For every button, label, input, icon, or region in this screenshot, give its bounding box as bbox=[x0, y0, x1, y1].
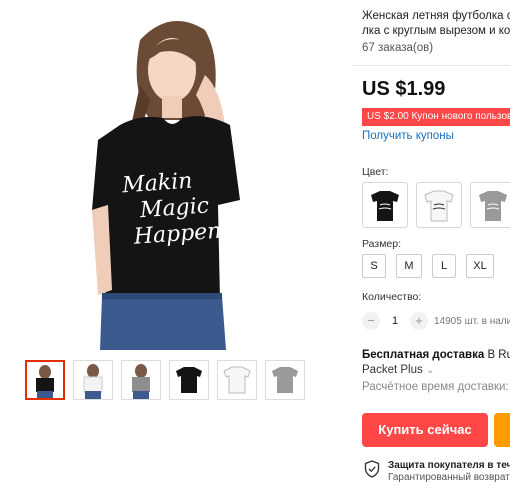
product-title: Женская летняя футболка с п лка с круглы… bbox=[362, 9, 510, 39]
quantity-increase-button[interactable]: + bbox=[410, 312, 428, 330]
size-option-m[interactable]: M bbox=[396, 254, 422, 278]
size-option-xl[interactable]: XL bbox=[466, 254, 494, 278]
thumbnail[interactable] bbox=[73, 360, 113, 400]
thumbnail[interactable] bbox=[169, 360, 209, 400]
buyer-protection-subtitle: Гарантированный возврат bbox=[388, 472, 510, 483]
shipping-method[interactable]: Packet Plus ⌄ bbox=[362, 364, 434, 376]
order-count: 67 заказа(ов) bbox=[362, 42, 434, 54]
free-shipping-label: Бесплатная доставка bbox=[362, 349, 485, 361]
price: US $1.99 bbox=[362, 78, 446, 100]
thumbnail[interactable] bbox=[265, 360, 305, 400]
product-title-line: лка с круглым вырезом и кор bbox=[362, 25, 510, 37]
size-label: Размер: bbox=[362, 238, 402, 250]
color-option-black[interactable] bbox=[362, 182, 408, 228]
color-option-gray[interactable] bbox=[470, 182, 510, 228]
thumbnail-strip bbox=[25, 360, 305, 400]
size-options: S M L XL bbox=[362, 254, 494, 278]
divider bbox=[352, 65, 510, 66]
size-option-s[interactable]: S bbox=[362, 254, 386, 278]
new-user-coupon-banner[interactable]: US $2.00 Купон нового пользова bbox=[362, 108, 510, 126]
buyer-protection: Защита покупателя в теч Гарантированный … bbox=[364, 460, 510, 484]
shipping-method-label: Packet Plus bbox=[362, 364, 423, 376]
color-option-white[interactable] bbox=[416, 182, 462, 228]
thumbnail[interactable] bbox=[25, 360, 65, 400]
thumbnail[interactable] bbox=[121, 360, 161, 400]
quantity-value[interactable]: 1 bbox=[380, 315, 410, 327]
color-options bbox=[362, 182, 510, 228]
quantity-label: Количество: bbox=[362, 291, 422, 303]
size-option-l[interactable]: L bbox=[432, 254, 456, 278]
thumbnail[interactable] bbox=[217, 360, 257, 400]
stock-count: 14905 шт. в налич bbox=[434, 315, 510, 327]
delivery-estimate: Расчётное время доставки: bbox=[362, 381, 509, 393]
get-coupons-link[interactable]: Получить купоны bbox=[362, 130, 454, 142]
buyer-protection-title: Защита покупателя в теч bbox=[388, 460, 510, 471]
product-title-line: Женская летняя футболка с п bbox=[362, 10, 510, 22]
shipping-info: Бесплатная доставка В Rus bbox=[362, 349, 510, 361]
buy-now-button[interactable]: Купить сейчас bbox=[362, 413, 488, 447]
shield-check-icon bbox=[364, 460, 380, 478]
add-to-cart-button[interactable] bbox=[494, 413, 510, 447]
shirt-print: Makin Magic Happen bbox=[121, 167, 222, 251]
product-info: Женская летняя футболка с п лка с круглы… bbox=[362, 0, 510, 54]
chevron-down-icon: ⌄ bbox=[425, 365, 435, 376]
quantity-decrease-button[interactable]: − bbox=[362, 312, 380, 330]
color-label: Цвет: bbox=[362, 166, 389, 178]
main-product-image[interactable]: Makin Magic Happen bbox=[0, 0, 350, 350]
quantity-stepper: − 1 + 14905 шт. в налич bbox=[362, 312, 510, 330]
shipping-destination[interactable]: В Rus bbox=[484, 349, 510, 361]
